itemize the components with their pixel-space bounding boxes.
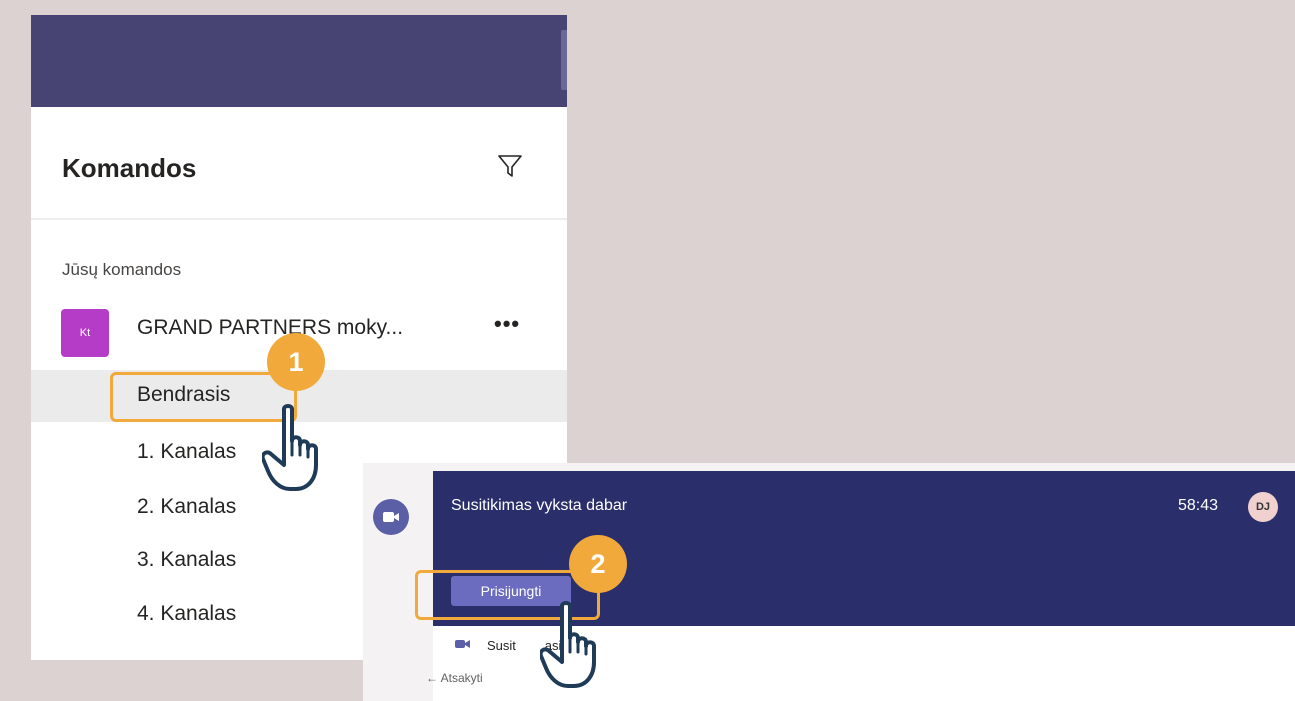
step-badge-1: 1: [267, 333, 325, 391]
more-icon[interactable]: •••: [494, 311, 520, 337]
video-camera-icon: [455, 640, 470, 648]
team-avatar: Kt: [61, 309, 109, 357]
channel-label: 3. Kanalas: [137, 548, 237, 571]
meeting-title: Susitikimas vyksta dabar: [451, 497, 628, 514]
top-bar-search-edge: [561, 30, 567, 90]
section-label: Jūsų komandos: [62, 260, 182, 279]
pointing-hand-icon: [540, 601, 596, 688]
meeting-timer: 58:43: [1178, 497, 1219, 514]
reply-link[interactable]: ← Atsakyti: [426, 671, 483, 685]
pointing-hand-icon: [262, 404, 318, 491]
channel-label: 4. Kanalas: [137, 602, 237, 625]
page-title: Komandos: [62, 153, 197, 183]
team-name: GRAND PARTNERS moky...: [137, 316, 404, 339]
channel-label: 1. Kanalas: [137, 440, 237, 463]
channel-label: 2. Kanalas: [137, 495, 237, 518]
filter-icon[interactable]: [497, 153, 523, 179]
header-divider: [31, 218, 567, 220]
video-camera-icon: [373, 499, 409, 535]
top-bar: [31, 15, 567, 107]
avatar: DJ: [1248, 492, 1278, 522]
step-badge-2: 2: [569, 535, 627, 593]
